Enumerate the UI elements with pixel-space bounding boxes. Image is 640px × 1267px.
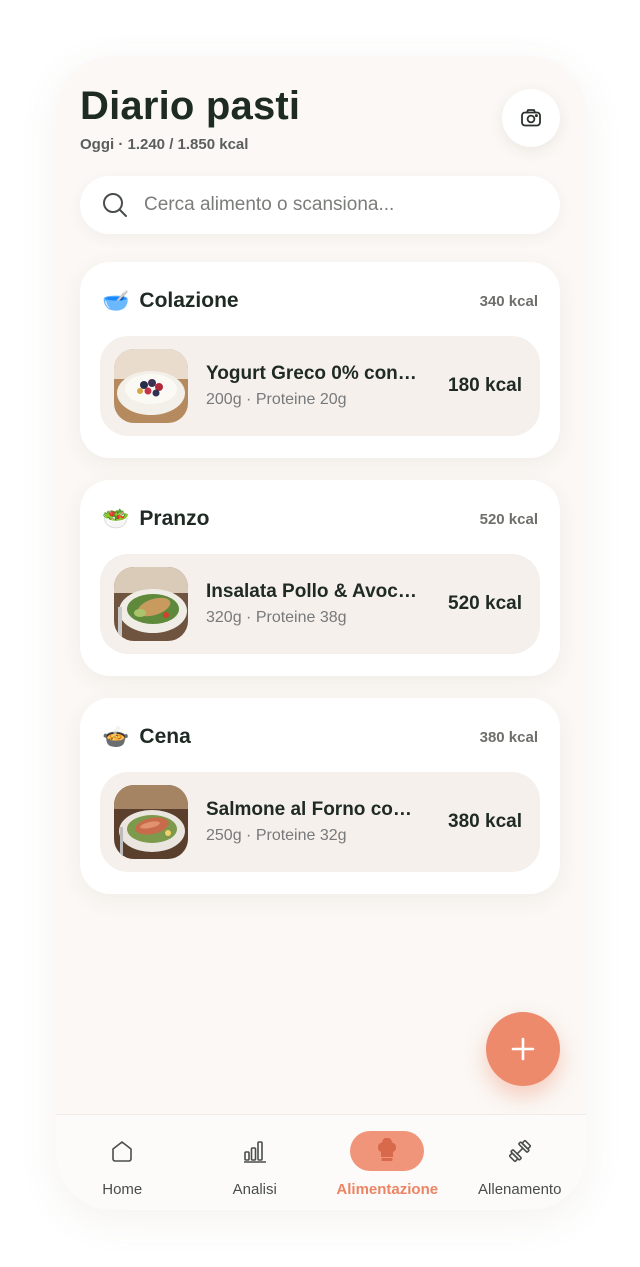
meal-card-header: 🥗 Pranzo 520 kcal: [102, 502, 538, 536]
food-photo: [114, 349, 188, 423]
search-input[interactable]: Cerca alimento o scansiona...: [144, 194, 394, 216]
bar-chart-icon: [243, 1141, 266, 1163]
bowl-icon: 🥣: [102, 288, 130, 313]
food-name: Salmone al Forno con ...: [206, 799, 418, 820]
food-details: 200g · Proteine 20g: [206, 391, 347, 408]
food-item[interactable]: Yogurt Greco 0% con ... 200g · Proteine …: [100, 336, 540, 436]
meal-title: 🥣 Colazione: [102, 288, 239, 314]
meal-name: Pranzo: [139, 507, 210, 530]
food-details: 320g · Proteine 38g: [206, 609, 347, 626]
meal-name: Cena: [139, 725, 191, 748]
plus-icon: [511, 1037, 535, 1061]
dumbbell-icon: [508, 1140, 531, 1162]
meal-card-header: 🥣 Colazione 340 kcal: [102, 284, 538, 318]
meal-title: 🍲 Cena: [102, 724, 191, 750]
food-name: Insalata Pollo & Avocado: [206, 581, 418, 602]
camera-icon: [521, 109, 541, 127]
nav-item-home[interactable]: Home: [56, 1115, 189, 1210]
food-kcal: 520 kcal: [448, 593, 522, 614]
meal-card-cena: 🍲 Cena 380 kcal Salmone al Forno con ...…: [80, 698, 560, 894]
salad-icon: 🥗: [102, 506, 130, 531]
meal-title: 🥗 Pranzo: [102, 506, 209, 532]
home-icon: [112, 1141, 133, 1162]
nav-label: Alimentazione: [336, 1181, 439, 1198]
phone-screen: Diario pasti Oggi · 1.240 / 1.850 kcal C…: [56, 56, 586, 1210]
add-food-button[interactable]: [486, 1012, 560, 1086]
food-details: 250g · Proteine 32g: [206, 827, 347, 844]
food-name: Yogurt Greco 0% con ...: [206, 363, 418, 384]
food-item[interactable]: Salmone al Forno con ... 250g · Proteine…: [100, 772, 540, 872]
nav-label: Home: [102, 1181, 143, 1198]
pot-icon: 🍲: [102, 724, 130, 749]
bottom-navigation: Home Analisi Alimentazione Allenamento: [56, 1114, 586, 1210]
nav-item-alimentazione[interactable]: Alimentazione: [321, 1115, 454, 1210]
header: Diario pasti Oggi · 1.240 / 1.850 kcal: [80, 84, 562, 153]
food-photo: [114, 567, 188, 641]
nav-item-allenamento[interactable]: Allenamento: [454, 1115, 587, 1210]
meal-card-colazione: 🥣 Colazione 340 kcal Yogurt Greco 0% con…: [80, 262, 560, 458]
meal-total-kcal: 520 kcal: [479, 510, 538, 528]
food-kcal: 180 kcal: [448, 375, 522, 396]
meal-name: Colazione: [139, 289, 239, 312]
camera-button[interactable]: [502, 89, 560, 147]
food-kcal: 380 kcal: [448, 811, 522, 832]
food-item-text: Salmone al Forno con ... 250g · Proteine…: [206, 799, 448, 845]
active-nav-pill: [350, 1131, 425, 1171]
chef-hat-icon: [378, 1138, 397, 1161]
food-item[interactable]: Insalata Pollo & Avocado 320g · Proteine…: [100, 554, 540, 654]
daily-calorie-summary: Oggi · 1.240 / 1.850 kcal: [80, 136, 249, 153]
meal-total-kcal: 340 kcal: [479, 292, 538, 310]
nav-label: Allenamento: [478, 1181, 562, 1198]
page-title: Diario pasti: [80, 84, 301, 128]
food-item-text: Insalata Pollo & Avocado 320g · Proteine…: [206, 581, 448, 627]
food-item-text: Yogurt Greco 0% con ... 200g · Proteine …: [206, 363, 448, 409]
nav-label: Analisi: [232, 1181, 277, 1198]
meal-card-header: 🍲 Cena 380 kcal: [102, 720, 538, 754]
search-icon: [103, 193, 127, 217]
search-bar[interactable]: Cerca alimento o scansiona...: [80, 176, 560, 234]
food-photo: [114, 785, 188, 859]
meal-card-pranzo: 🥗 Pranzo 520 kcal Insalata Pollo & Avoca…: [80, 480, 560, 676]
meal-total-kcal: 380 kcal: [479, 728, 538, 746]
nav-item-analisi[interactable]: Analisi: [189, 1115, 322, 1210]
